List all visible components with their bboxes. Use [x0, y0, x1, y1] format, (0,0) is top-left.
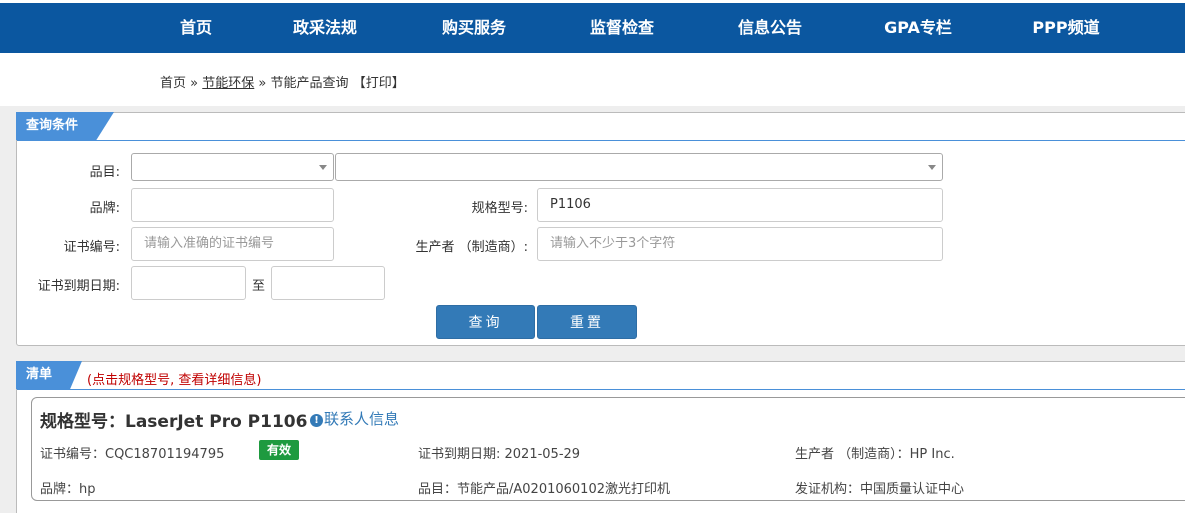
result-issuer: 发证机构：中国质量认证中心	[795, 482, 965, 497]
cert-no-label: 证书编号:	[63, 240, 120, 255]
category-label: 品目:	[89, 165, 120, 180]
nav-regulations[interactable]: 政采法规	[293, 3, 357, 53]
result-brand: 品牌：hp	[40, 482, 96, 497]
result-card: 规格型号：LaserJet Pro P1106 ! 联系人信息 证书编号：CQC1…	[31, 397, 1185, 501]
top-nav: 首页 政采法规 购买服务 监督检查 信息公告 GPA专栏 PPP频道	[0, 3, 1185, 53]
chevron-down-icon	[319, 165, 327, 170]
manufacturer-label: 生产者 （制造商）:	[415, 240, 528, 255]
subcategory-select[interactable]	[335, 153, 943, 181]
print-link[interactable]: 【打印】	[353, 76, 405, 91]
nav-home[interactable]: 首页	[180, 3, 212, 53]
chevron-down-icon	[928, 165, 936, 170]
category-select[interactable]	[131, 153, 334, 181]
model-input[interactable]: P1106	[537, 188, 943, 222]
breadcrumb-separator: »	[258, 76, 267, 91]
expiry-from-input[interactable]	[131, 266, 246, 300]
breadcrumb-separator: »	[190, 76, 199, 91]
result-model-title[interactable]: 规格型号：LaserJet Pro P1106	[40, 407, 307, 432]
result-expiry: 证书到期日期: 2021-05-29	[418, 447, 581, 462]
brand-input[interactable]	[131, 188, 334, 222]
tab-underline	[17, 389, 1185, 390]
tab-underline	[17, 140, 1185, 141]
brand-label: 品牌:	[89, 201, 120, 216]
results-panel: 清单 (点击规格型号, 查看详细信息) 规格型号：LaserJet Pro P1…	[16, 361, 1185, 513]
contact-info-link[interactable]: ! 联系人信息	[310, 408, 399, 429]
breadcrumb-home[interactable]: 首页	[160, 76, 186, 91]
manufacturer-input[interactable]: 请输入不少于3个字符	[537, 227, 943, 261]
result-category: 品目：节能产品/A0201060102激光打印机	[418, 482, 670, 497]
query-panel: 查询条件 品目: 品牌: 规格型号: P1106 证书编号: 请输入准确的证书编…	[16, 112, 1185, 346]
breadcrumb-current: 节能产品查询	[270, 76, 349, 91]
expiry-to-input[interactable]	[271, 266, 385, 300]
status-badge: 有效	[259, 440, 300, 460]
query-panel-tab: 查询条件	[16, 112, 114, 140]
results-panel-title: 清单	[26, 367, 53, 382]
results-hint: (点击规格型号, 查看详细信息)	[87, 373, 262, 388]
expiry-label: 证书到期日期:	[37, 279, 120, 294]
query-panel-title: 查询条件	[26, 118, 79, 133]
expiry-to-label: 至	[252, 279, 266, 294]
info-icon: !	[310, 414, 323, 427]
nav-gpa[interactable]: GPA专栏	[884, 3, 952, 53]
nav-supervision[interactable]: 监督检查	[590, 3, 654, 53]
breadcrumb: 首页 » 节能环保 » 节能产品查询 【打印】	[160, 72, 405, 91]
breadcrumb-energy-saving[interactable]: 节能环保	[202, 76, 254, 91]
reset-button[interactable]: 重置	[537, 305, 637, 339]
cert-no-input[interactable]: 请输入准确的证书编号	[131, 227, 334, 261]
nav-ppp[interactable]: PPP频道	[1032, 3, 1099, 53]
nav-announcements[interactable]: 信息公告	[738, 3, 802, 53]
model-label: 规格型号:	[471, 201, 528, 216]
contact-info-label: 联系人信息	[324, 410, 400, 428]
results-panel-tab: 清单	[16, 361, 82, 389]
nav-purchase-services[interactable]: 购买服务	[442, 3, 506, 53]
result-manufacturer: 生产者 （制造商）：HP Inc.	[795, 447, 955, 462]
result-cert-no: 证书编号：CQC18701194795	[40, 447, 225, 462]
search-button[interactable]: 查询	[436, 305, 535, 339]
